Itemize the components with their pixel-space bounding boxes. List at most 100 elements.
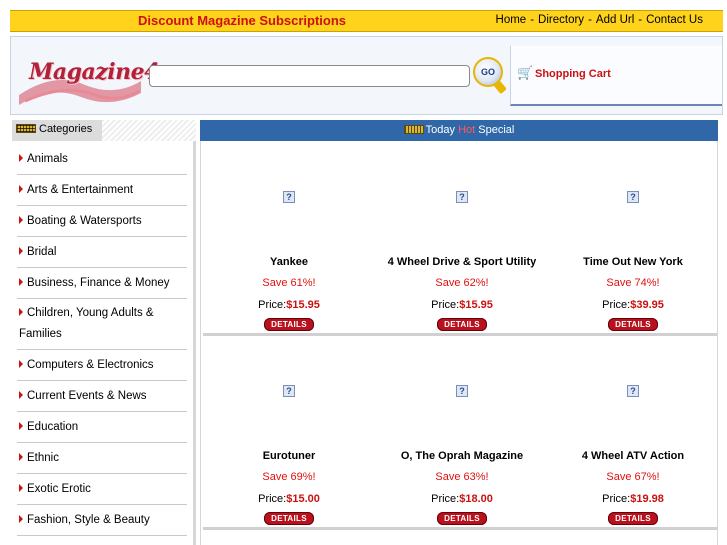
- arrow-right-icon: [19, 216, 23, 224]
- top-nav: Home - Directory - Add Url - Contact Us: [495, 14, 703, 26]
- search-input[interactable]: [149, 65, 470, 87]
- site-logo[interactable]: Magazine4u: [15, 51, 175, 107]
- product-save: Save 61%!: [262, 277, 316, 289]
- broken-image-icon[interactable]: ?: [456, 191, 468, 203]
- shopping-cart-icon: 🛒: [517, 66, 534, 81]
- category-item-bridal[interactable]: Bridal: [17, 237, 187, 268]
- product-price: Price:$15.95: [203, 299, 375, 311]
- category-label: Exotic Erotic: [27, 483, 91, 495]
- category-item-ethnic[interactable]: Ethnic: [17, 443, 187, 474]
- nav-add-url-link[interactable]: Add Url: [596, 14, 634, 26]
- product-save: Save 63%!: [435, 471, 489, 483]
- product-save: Save 67%!: [606, 471, 660, 483]
- category-item-exotic-erotic[interactable]: Exotic Erotic: [17, 474, 187, 505]
- header-today: Today: [425, 124, 456, 136]
- product-save: Save 69%!: [262, 471, 316, 483]
- arrow-right-icon: [19, 185, 23, 193]
- arrow-right-icon: [19, 453, 23, 461]
- product-name[interactable]: 4 Wheel Drive & Sport Utility: [376, 256, 548, 268]
- broken-image-icon[interactable]: ?: [627, 385, 639, 397]
- arrow-right-icon: [19, 391, 23, 399]
- arrow-right-icon: [19, 360, 23, 368]
- details-button[interactable]: DETAILS: [437, 318, 487, 331]
- category-label: Current Events & News: [27, 390, 147, 402]
- price-value: $19.98: [630, 493, 664, 505]
- details-button[interactable]: DETAILS: [437, 512, 487, 525]
- details-button[interactable]: DETAILS: [264, 512, 314, 525]
- product-name[interactable]: 4 Wheel ATV Action: [547, 450, 719, 462]
- details-button[interactable]: DETAILS: [264, 318, 314, 331]
- category-label: Boating & Watersports: [27, 215, 142, 227]
- arrow-right-icon: [19, 422, 23, 430]
- details-button[interactable]: DETAILS: [608, 318, 658, 331]
- broken-image-icon[interactable]: ?: [283, 191, 295, 203]
- category-item-arts-entertainment[interactable]: Arts & Entertainment: [17, 175, 187, 206]
- arrow-right-icon: [19, 484, 23, 492]
- product-name[interactable]: Eurotuner: [203, 450, 375, 462]
- products-grid: ? Yankee Save 61%! Price:$15.95 DETAILS …: [200, 141, 718, 545]
- shopping-cart[interactable]: 🛒 Shopping Cart: [510, 46, 722, 106]
- arrow-right-icon: [19, 247, 23, 255]
- category-label: Fashion, Style & Beauty: [27, 514, 150, 526]
- todays-special-header: Today Hot Special: [200, 120, 718, 141]
- header-stripe: [102, 120, 196, 141]
- price-value: $15.95: [286, 299, 320, 311]
- arrow-right-icon: [19, 515, 23, 523]
- site-title[interactable]: Discount Magazine Subscriptions: [138, 13, 346, 28]
- broken-image-icon[interactable]: ?: [627, 191, 639, 203]
- category-label: Bridal: [27, 246, 57, 258]
- category-label: Animals: [27, 153, 68, 165]
- product-name[interactable]: O, The Oprah Magazine: [376, 450, 548, 462]
- category-label: Education: [27, 421, 79, 433]
- category-list: Animals Arts & Entertainment Boating & W…: [17, 144, 187, 536]
- header-special: Special: [478, 124, 515, 136]
- product-price: Price:$18.00: [376, 493, 548, 505]
- category-item-education[interactable]: Education: [17, 412, 187, 443]
- category-label: Ethnic: [27, 452, 59, 464]
- grid-icon: [16, 124, 36, 133]
- broken-image-icon[interactable]: ?: [456, 385, 468, 397]
- row-divider: [203, 527, 717, 530]
- header-hot: Hot: [458, 124, 476, 136]
- category-item-animals[interactable]: Animals: [17, 144, 187, 175]
- product-price: Price:$39.95: [547, 299, 719, 311]
- nav-contact-us-link[interactable]: Contact Us: [646, 14, 703, 26]
- grid-icon: [403, 125, 424, 134]
- product-price: Price:$15.00: [203, 493, 375, 505]
- main-content: Today Hot Special ? Yankee Save 61%! Pri…: [200, 120, 718, 545]
- details-button[interactable]: DETAILS: [608, 512, 658, 525]
- categories-header: Categories: [12, 120, 102, 141]
- shopping-cart-label: Shopping Cart: [535, 68, 611, 80]
- price-label: Price:: [258, 493, 287, 505]
- broken-image-icon[interactable]: ?: [283, 385, 295, 397]
- product-name[interactable]: Time Out New York: [547, 256, 719, 268]
- top-bar: Discount Magazine Subscriptions Home - Dir…: [10, 10, 723, 32]
- price-value: $18.00: [459, 493, 493, 505]
- nav-directory-link[interactable]: Directory: [538, 14, 584, 26]
- arrow-right-icon: [19, 154, 23, 162]
- price-label: Price:: [602, 493, 631, 505]
- category-label: Business, Finance & Money: [27, 277, 170, 289]
- categories-title: Categories: [39, 123, 93, 135]
- product-save: Save 62%!: [435, 277, 489, 289]
- product-name[interactable]: Yankee: [203, 256, 375, 268]
- category-label: Arts & Entertainment: [27, 184, 134, 196]
- price-value: $15.95: [459, 299, 493, 311]
- price-label: Price:: [431, 493, 460, 505]
- price-label: Price:: [258, 299, 287, 311]
- category-item-fashion-style-beauty[interactable]: Fashion, Style & Beauty: [17, 505, 187, 536]
- category-item-business-finance-money[interactable]: Business, Finance & Money: [17, 268, 187, 299]
- price-label: Price:: [431, 299, 460, 311]
- product-price: Price:$19.98: [547, 493, 719, 505]
- category-item-current-events-news[interactable]: Current Events & News: [17, 381, 187, 412]
- arrow-right-icon: [19, 278, 23, 286]
- go-button[interactable]: GO: [473, 57, 503, 87]
- price-label: Price:: [602, 299, 631, 311]
- category-item-boating-watersports[interactable]: Boating & Watersports: [17, 206, 187, 237]
- row-divider: [203, 333, 717, 336]
- categories-sidebar: Categories Animals Arts & Entertainment …: [10, 120, 196, 545]
- nav-home-link[interactable]: Home: [496, 14, 527, 26]
- category-item-children-young-adults-families[interactable]: Children, Young Adults & Families: [17, 299, 187, 350]
- category-label: Children, Young Adults & Families: [19, 307, 154, 340]
- category-item-computers-electronics[interactable]: Computers & Electronics: [17, 350, 187, 381]
